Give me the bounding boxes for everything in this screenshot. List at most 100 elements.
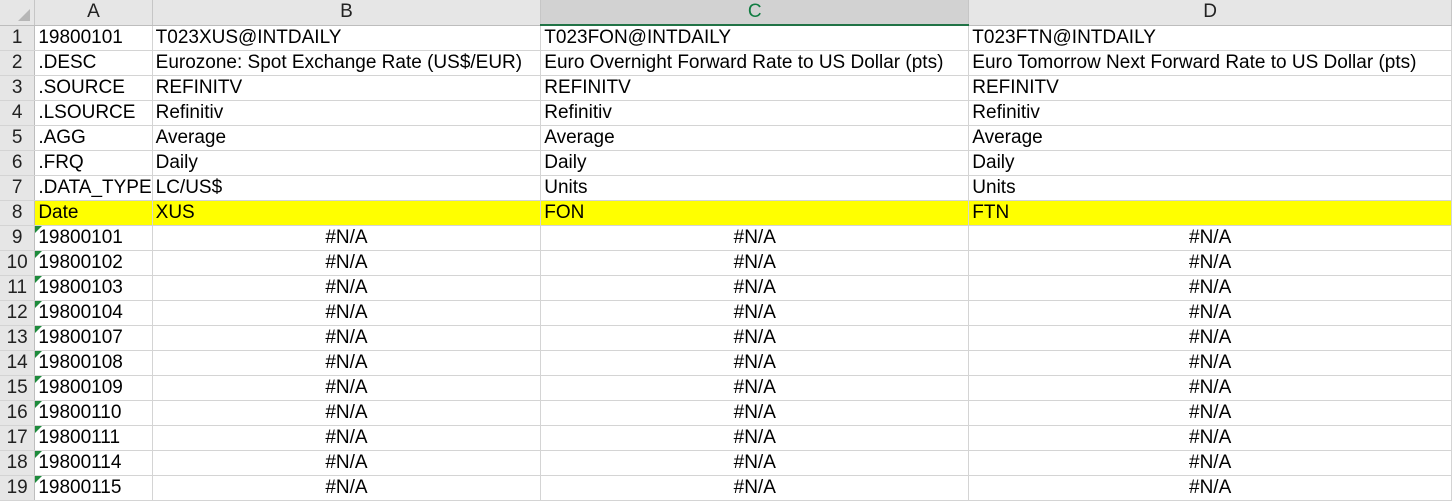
- cell-c14[interactable]: #N/A: [540, 350, 970, 376]
- cell-c4[interactable]: Refinitiv: [540, 100, 970, 126]
- cell-d5[interactable]: Average: [968, 125, 1452, 151]
- row-header[interactable]: 1: [0, 25, 36, 51]
- cell-a3[interactable]: .SOURCE: [34, 75, 153, 101]
- cell-a1[interactable]: 19800101: [34, 25, 153, 51]
- cell-c8[interactable]: FON: [540, 200, 970, 226]
- cell-d2[interactable]: Euro Tomorrow Next Forward Rate to US Do…: [968, 50, 1452, 76]
- cell-d1[interactable]: T023FTN@INTDAILY: [968, 25, 1452, 51]
- row-header[interactable]: 2: [0, 50, 36, 76]
- cell-d12[interactable]: #N/A: [968, 300, 1452, 326]
- cell-a6[interactable]: .FRQ: [34, 150, 153, 176]
- cell-b17[interactable]: #N/A: [152, 425, 542, 451]
- cell-b8[interactable]: XUS: [152, 200, 542, 226]
- cell-d7[interactable]: Units: [968, 175, 1452, 201]
- cell-c13[interactable]: #N/A: [540, 325, 970, 351]
- cell-b5[interactable]: Average: [152, 125, 542, 151]
- cell-d8[interactable]: FTN: [968, 200, 1452, 226]
- row-header[interactable]: 5: [0, 125, 36, 151]
- cell-a12[interactable]: 19800104: [34, 300, 153, 326]
- cell-d4[interactable]: Refinitiv: [968, 100, 1452, 126]
- cell-b10[interactable]: #N/A: [152, 250, 542, 276]
- cell-a7[interactable]: .DATA_TYPE: [34, 175, 153, 201]
- row-header[interactable]: 4: [0, 100, 36, 126]
- cell-d11[interactable]: #N/A: [968, 275, 1452, 301]
- cell-d19[interactable]: #N/A: [968, 475, 1452, 501]
- row-header[interactable]: 6: [0, 150, 36, 176]
- row-header[interactable]: 12: [0, 300, 36, 326]
- row-header[interactable]: 17: [0, 425, 36, 451]
- cell-c15[interactable]: #N/A: [540, 375, 970, 401]
- row-header[interactable]: 15: [0, 375, 36, 401]
- cell-b11[interactable]: #N/A: [152, 275, 542, 301]
- cell-d3[interactable]: REFINITV: [968, 75, 1452, 101]
- row-header[interactable]: 8: [0, 200, 36, 226]
- cell-c6[interactable]: Daily: [540, 150, 970, 176]
- cell-b2[interactable]: Eurozone: Spot Exchange Rate (US$/EUR): [152, 50, 542, 76]
- column-header-b[interactable]: B: [152, 0, 542, 26]
- cell-c5[interactable]: Average: [540, 125, 970, 151]
- cell-c11[interactable]: #N/A: [540, 275, 970, 301]
- cell-c7[interactable]: Units: [540, 175, 970, 201]
- row-header[interactable]: 13: [0, 325, 36, 351]
- cell-b14[interactable]: #N/A: [152, 350, 542, 376]
- row-header[interactable]: 11: [0, 275, 36, 301]
- column-header-d[interactable]: D: [968, 0, 1452, 26]
- cell-a5[interactable]: .AGG: [34, 125, 153, 151]
- cell-b13[interactable]: #N/A: [152, 325, 542, 351]
- select-all-corner[interactable]: [0, 0, 36, 26]
- cell-a18[interactable]: 19800114: [34, 450, 153, 476]
- cell-c12[interactable]: #N/A: [540, 300, 970, 326]
- cell-a2[interactable]: .DESC: [34, 50, 153, 76]
- cell-b3[interactable]: REFINITV: [152, 75, 542, 101]
- cell-d13[interactable]: #N/A: [968, 325, 1452, 351]
- row-header[interactable]: 9: [0, 225, 36, 251]
- cell-c19[interactable]: #N/A: [540, 475, 970, 501]
- cell-a11[interactable]: 19800103: [34, 275, 153, 301]
- cell-d16[interactable]: #N/A: [968, 400, 1452, 426]
- row-header[interactable]: 7: [0, 175, 36, 201]
- cell-d6[interactable]: Daily: [968, 150, 1452, 176]
- cell-b1[interactable]: T023XUS@INTDAILY: [152, 25, 542, 51]
- cell-b9[interactable]: #N/A: [152, 225, 542, 251]
- cell-c2[interactable]: Euro Overnight Forward Rate to US Dollar…: [540, 50, 970, 76]
- cell-b19[interactable]: #N/A: [152, 475, 542, 501]
- cell-a9[interactable]: 19800101: [34, 225, 153, 251]
- cell-a13[interactable]: 19800107: [34, 325, 153, 351]
- column-header-c[interactable]: C: [540, 0, 970, 26]
- cell-c1[interactable]: T023FON@INTDAILY: [540, 25, 970, 51]
- column-header-a[interactable]: A: [34, 0, 153, 26]
- cell-a15[interactable]: 19800109: [34, 375, 153, 401]
- cell-c18[interactable]: #N/A: [540, 450, 970, 476]
- row-header[interactable]: 3: [0, 75, 36, 101]
- cell-a17[interactable]: 19800111: [34, 425, 153, 451]
- cell-a16[interactable]: 19800110: [34, 400, 153, 426]
- cell-b6[interactable]: Daily: [152, 150, 542, 176]
- cell-b18[interactable]: #N/A: [152, 450, 542, 476]
- cell-c17[interactable]: #N/A: [540, 425, 970, 451]
- cell-a4[interactable]: .LSOURCE: [34, 100, 153, 126]
- cell-b16[interactable]: #N/A: [152, 400, 542, 426]
- cell-d15[interactable]: #N/A: [968, 375, 1452, 401]
- cell-b12[interactable]: #N/A: [152, 300, 542, 326]
- cell-d9[interactable]: #N/A: [968, 225, 1452, 251]
- row-header[interactable]: 16: [0, 400, 36, 426]
- row-header[interactable]: 18: [0, 450, 36, 476]
- cell-c3[interactable]: REFINITV: [540, 75, 970, 101]
- cell-c10[interactable]: #N/A: [540, 250, 970, 276]
- cell-c16[interactable]: #N/A: [540, 400, 970, 426]
- cell-d18[interactable]: #N/A: [968, 450, 1452, 476]
- cell-a8[interactable]: Date: [34, 200, 153, 226]
- cell-a19[interactable]: 19800115: [34, 475, 153, 501]
- row-header[interactable]: 10: [0, 250, 36, 276]
- cell-d14[interactable]: #N/A: [968, 350, 1452, 376]
- row-header[interactable]: 14: [0, 350, 36, 376]
- row-header[interactable]: 19: [0, 475, 36, 501]
- cell-d10[interactable]: #N/A: [968, 250, 1452, 276]
- cell-a10[interactable]: 19800102: [34, 250, 153, 276]
- cell-c9[interactable]: #N/A: [540, 225, 970, 251]
- cell-a14[interactable]: 19800108: [34, 350, 153, 376]
- cell-b4[interactable]: Refinitiv: [152, 100, 542, 126]
- cell-b7[interactable]: LC/US$: [152, 175, 542, 201]
- cell-b15[interactable]: #N/A: [152, 375, 542, 401]
- cell-d17[interactable]: #N/A: [968, 425, 1452, 451]
